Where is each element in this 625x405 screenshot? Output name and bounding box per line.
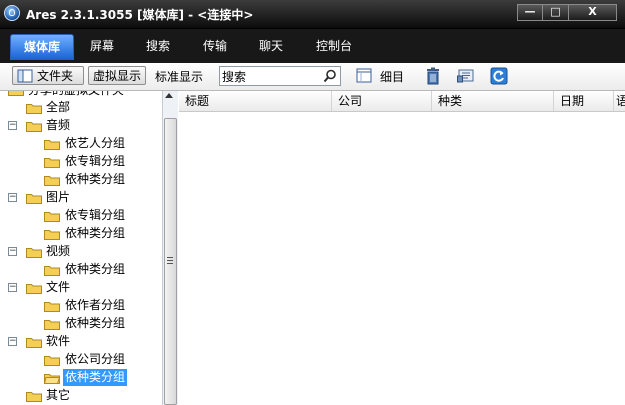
tree-scrollbar[interactable] [162, 91, 178, 405]
scroll-grip-icon [167, 257, 173, 264]
folder-icon [26, 284, 42, 294]
tab-console[interactable]: 控制台 [309, 34, 359, 58]
tree-item-other[interactable]: 其它 [0, 387, 160, 404]
tree-item-label: 依专辑分组 [65, 154, 126, 168]
details-view-icon[interactable] [356, 68, 372, 83]
folders-button[interactable]: 文件夹 [12, 66, 84, 85]
tree-item-label: 音频 [46, 118, 71, 132]
virtual-view-button[interactable]: 虚拟显示 [88, 66, 146, 85]
column-date[interactable]: 日期 [554, 91, 614, 111]
window-controls: — □ X [517, 4, 617, 22]
tree-item-docs-by-author[interactable]: 依作者分组 [0, 297, 160, 314]
tree-item-label: 依种类分组 [65, 316, 126, 330]
column-language-partial[interactable]: 语 [614, 91, 625, 111]
window-title: Ares 2.3.1.3055 [媒体库] - <连接中> [26, 8, 254, 22]
folder-icon [44, 212, 60, 222]
column-title[interactable]: 标题 [179, 91, 332, 111]
tree-item-images[interactable]: − 图片 [0, 189, 160, 206]
column-genre[interactable]: 种类 [432, 91, 554, 111]
tree-item-video-by-genre[interactable]: 依种类分组 [0, 261, 160, 278]
search-field[interactable] [219, 66, 341, 86]
collapse-toggle[interactable]: − [8, 121, 17, 130]
tree-item-all[interactable]: 全部 [0, 99, 160, 116]
tree-item-label: 依艺人分组 [65, 136, 126, 150]
folder-icon [44, 176, 60, 186]
search-input[interactable] [222, 68, 318, 84]
tab-search[interactable]: 搜索 [138, 34, 178, 58]
tree-item-label: 依种类分组 [65, 172, 126, 186]
tree-item-label: 依作者分组 [65, 298, 126, 312]
folder-icon [26, 122, 42, 132]
tab-library[interactable]: 媒体库 [10, 34, 74, 60]
tab-transfer[interactable]: 传输 [195, 34, 235, 58]
tree-item-label: 其它 [46, 388, 71, 402]
close-button[interactable]: X [569, 4, 617, 21]
tree-item-software-by-genre[interactable]: 依种类分组 [0, 369, 160, 386]
folder-icon [26, 104, 42, 114]
folder-icon [44, 356, 60, 366]
folder-icon [44, 140, 60, 150]
tree-item-label: 依种类分组 [65, 262, 126, 276]
folder-icon [26, 194, 42, 204]
tree-item-docs-by-genre[interactable]: 依种类分组 [0, 315, 160, 332]
tree-item-images-by-genre[interactable]: 依种类分组 [0, 225, 160, 242]
collapse-toggle[interactable]: − [8, 193, 17, 202]
main-nav: 媒体库 屏幕 搜索 传输 聊天 控制台 [0, 29, 625, 63]
tree-item-label: 图片 [46, 190, 71, 204]
minimize-button[interactable]: — [517, 4, 543, 21]
folder-icon [44, 320, 60, 330]
tab-screen[interactable]: 屏幕 [82, 34, 122, 58]
folder-icon [26, 392, 42, 402]
collapse-toggle[interactable]: − [8, 283, 17, 292]
folder-icon [44, 230, 60, 240]
collapse-toggle[interactable]: − [8, 247, 17, 256]
library-tree: 分享的虚拟文件夹 全部 − 音频 依艺人分组 依专辑分组 依种类分组 − 图片 … [0, 91, 163, 405]
list-header: 标题 公司 种类 日期 语 [179, 91, 625, 112]
file-list[interactable]: 标题 公司 种类 日期 语 [179, 91, 625, 405]
tree-item-label: 依种类分组 [65, 226, 126, 240]
folder-icon [8, 91, 24, 96]
maximize-button[interactable]: □ [543, 4, 569, 21]
delete-trash-icon[interactable] [424, 67, 442, 85]
tree-item-video[interactable]: − 视频 [0, 243, 160, 260]
column-company[interactable]: 公司 [332, 91, 432, 111]
tree-item-label: 视频 [46, 244, 71, 258]
scroll-up-arrow-icon[interactable] [165, 93, 173, 98]
tree-item-audio[interactable]: − 音频 [0, 117, 160, 134]
tree-item-audio-by-album[interactable]: 依专辑分组 [0, 153, 160, 170]
tree-item-label: 全部 [46, 100, 71, 114]
collapse-toggle[interactable]: − [8, 337, 17, 346]
folder-icon [44, 266, 60, 276]
folder-icon [26, 248, 42, 258]
tree-item-label-selected: 依种类分组 [63, 369, 128, 386]
folder-icon [26, 338, 42, 348]
tree-item-label: 软件 [46, 334, 71, 348]
tree-item-label: 依专辑分组 [65, 208, 126, 222]
tree-item-audio-by-artist[interactable]: 依艺人分组 [0, 135, 160, 152]
standard-view-link[interactable]: 标准显示 [155, 68, 203, 85]
tree-item-label: 依公司分组 [65, 352, 126, 366]
details-view-label[interactable]: 细目 [380, 68, 404, 85]
tree-item-label: 文件 [46, 280, 71, 294]
folder-icon [44, 302, 60, 312]
tab-chat[interactable]: 聊天 [251, 34, 291, 58]
search-icon[interactable] [323, 69, 337, 83]
tree-item-software[interactable]: − 软件 [0, 333, 160, 350]
refresh-icon[interactable] [490, 67, 508, 85]
virtual-view-label: 虚拟显示 [93, 69, 142, 83]
properties-icon[interactable] [457, 67, 475, 85]
tree-item-software-by-company[interactable]: 依公司分组 [0, 351, 160, 368]
open-folder-icon [44, 374, 60, 384]
toolbar: 文件夹 虚拟显示 标准显示 细目 [0, 63, 625, 91]
tree-item-audio-by-genre[interactable]: 依种类分组 [0, 171, 160, 188]
folder-view-icon [17, 69, 33, 82]
title-bar[interactable]: Ares 2.3.1.3055 [媒体库] - <连接中> — □ X [0, 0, 625, 29]
tree-item-label: 分享的虚拟文件夹 [28, 91, 124, 99]
ares-logo-icon [4, 5, 20, 21]
folder-icon [44, 158, 60, 168]
tree-item-images-by-album[interactable]: 依专辑分组 [0, 207, 160, 224]
folders-button-label: 文件夹 [37, 69, 74, 83]
tree-item-documents[interactable]: − 文件 [0, 279, 160, 296]
